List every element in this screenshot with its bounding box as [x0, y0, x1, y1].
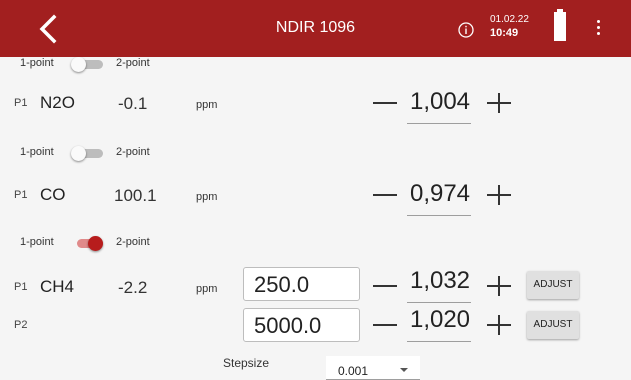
adjust-button[interactable]: ADJUST	[527, 271, 579, 299]
battery-full-icon	[554, 9, 566, 41]
factor-underline	[407, 215, 471, 216]
increment-button[interactable]	[484, 271, 514, 301]
point-label: P1	[14, 189, 28, 201]
top-app-bar: NDIR 1096 01.02.22 10:49	[0, 0, 631, 57]
unit-label: ppm	[196, 99, 218, 111]
gas-name: CH4	[40, 277, 75, 296]
more-vert-icon[interactable]	[597, 20, 601, 38]
one-point-label: 1-point	[20, 236, 54, 248]
increment-button[interactable]	[484, 310, 514, 340]
setpoint-input[interactable]: 5000.0	[243, 308, 360, 342]
date-label: 01.02.22	[490, 14, 529, 25]
adjust-button[interactable]: ADJUST	[527, 311, 579, 339]
decrement-button[interactable]	[370, 180, 400, 210]
point-label: P2	[14, 319, 28, 331]
two-point-label: 2-point	[116, 236, 150, 248]
factor-value: 0,974	[409, 180, 471, 207]
increment-button[interactable]	[484, 180, 514, 210]
gas-value: 100.1	[114, 186, 157, 205]
unit-label: ppm	[196, 283, 218, 295]
factor-underline	[407, 341, 471, 342]
factor-underline	[407, 123, 471, 124]
gas-value: -0.1	[118, 94, 148, 113]
unit-label: ppm	[196, 191, 218, 203]
time-label: 10:49	[490, 27, 519, 39]
stepsize-select[interactable]: 0.001	[326, 356, 420, 380]
decrement-button[interactable]	[370, 310, 400, 340]
gas-name: N2O	[40, 93, 75, 112]
point-mode-toggle[interactable]	[71, 57, 103, 72]
setpoint-input[interactable]: 250.0	[243, 267, 360, 301]
two-point-label: 2-point	[116, 57, 150, 69]
dropdown-arrow-icon	[400, 368, 408, 372]
decrement-button[interactable]	[370, 88, 400, 118]
stepsize-value: 0.001	[338, 364, 369, 378]
increment-button[interactable]	[484, 88, 514, 118]
point-mode-toggle[interactable]	[71, 146, 103, 161]
page-title: NDIR 1096	[275, 19, 356, 36]
one-point-label: 1-point	[20, 57, 54, 69]
factor-underline	[407, 302, 471, 303]
factor-value: 1,004	[409, 88, 471, 115]
point-label: P1	[14, 281, 28, 293]
factor-value: 1,032	[409, 267, 471, 294]
gas-name: CO	[40, 185, 66, 204]
one-point-label: 1-point	[20, 146, 54, 158]
factor-value: 1,020	[409, 306, 471, 333]
two-point-label: 2-point	[116, 146, 150, 158]
gas-value: -2.2	[118, 278, 148, 297]
decrement-button[interactable]	[370, 271, 400, 301]
point-mode-toggle[interactable]	[71, 236, 103, 251]
point-label: P1	[14, 97, 28, 109]
stepsize-label: Stepsize	[223, 356, 270, 370]
info-icon[interactable]	[458, 22, 474, 38]
